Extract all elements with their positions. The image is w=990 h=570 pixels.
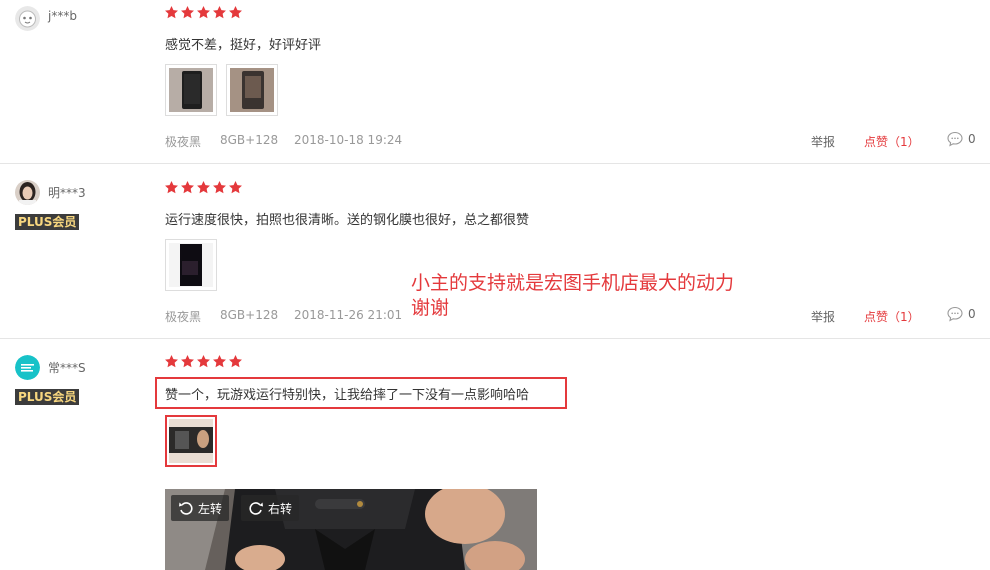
product-color: 极夜黑 [165,135,202,149]
username: 明***3 [48,186,86,200]
star-rating [164,180,243,195]
star-icon [228,180,243,195]
annotation-line: 小主的支持就是宏图手机店最大的动力 [411,272,735,294]
product-color: 极夜黑 [165,310,202,324]
star-icon [180,180,195,195]
plus-member-badge: PLUS会员 [15,214,80,230]
username: j***b [48,9,77,23]
avatar[interactable] [15,6,40,31]
annotation-line: 谢谢 [411,297,450,319]
report-button[interactable]: 举报 [811,133,835,150]
username: 常***S [48,361,86,375]
star-icon [228,5,243,20]
review-photo-preview[interactable]: 左转 右转 [165,489,537,570]
like-button[interactable]: 点赞（1） [864,308,920,325]
product-spec: 8GB+128 [220,133,279,147]
comment-count: 0 [968,132,976,146]
review-item: j***b 感觉不差，挺好，好评好评 极夜黑 8GB+128 2018-10-1… [0,0,990,164]
star-rating [164,354,243,369]
report-button[interactable]: 举报 [811,308,835,325]
review-item: 常***S PLUS会员 赞一个，玩游戏运行特别快，让我给摔了一下没有一点影响哈… [0,340,990,570]
avatar[interactable] [15,180,40,205]
star-icon [180,5,195,20]
review-content: 运行速度很快，拍照也很清晰。送的钢化膜也很好，总之都很赞 [165,213,530,228]
like-button[interactable]: 点赞（1） [864,133,920,150]
star-rating [164,5,243,20]
comment-count: 0 [968,307,976,321]
comment-button[interactable]: 0 [947,131,976,147]
star-icon [196,5,211,20]
rotate-left-label: 左转 [198,501,223,516]
rotate-right-button[interactable]: 右转 [241,495,300,521]
avatar[interactable] [15,355,40,380]
review-date: 2018-10-18 19:24 [294,133,403,147]
product-spec: 8GB+128 [220,308,279,322]
star-icon [212,354,227,369]
comment-button[interactable]: 0 [947,306,976,322]
review-photo-thumbnail[interactable] [165,64,217,116]
seller-annotation: 小主的支持就是宏图手机店最大的动力 谢谢 [411,271,734,321]
review-date: 2018-11-26 21:01 [294,308,403,322]
plus-member-badge: PLUS会员 [15,389,80,405]
star-icon [212,180,227,195]
star-icon [164,180,179,195]
review-content: 感觉不差，挺好，好评好评 [165,38,322,53]
star-icon [180,354,195,369]
star-icon [228,354,243,369]
star-icon [212,5,227,20]
review-photo-thumbnail-selected[interactable] [165,415,217,467]
review-content: 赞一个，玩游戏运行特别快，让我给摔了一下没有一点影响哈哈 [165,388,530,403]
comment-bubble-icon [947,306,963,322]
comment-bubble-icon [947,131,963,147]
review-photo-thumbnail[interactable] [165,239,217,291]
rotate-left-icon [179,502,193,515]
rotate-right-icon [249,502,263,515]
star-icon [164,5,179,20]
rotate-left-button[interactable]: 左转 [171,495,230,521]
star-icon [196,354,211,369]
star-icon [196,180,211,195]
review-item: 明***3 PLUS会员 运行速度很快，拍照也很清晰。送的钢化膜也很好，总之都很… [0,165,990,339]
rotate-right-label: 右转 [268,501,293,516]
star-icon [164,354,179,369]
review-photo-thumbnail[interactable] [226,64,278,116]
